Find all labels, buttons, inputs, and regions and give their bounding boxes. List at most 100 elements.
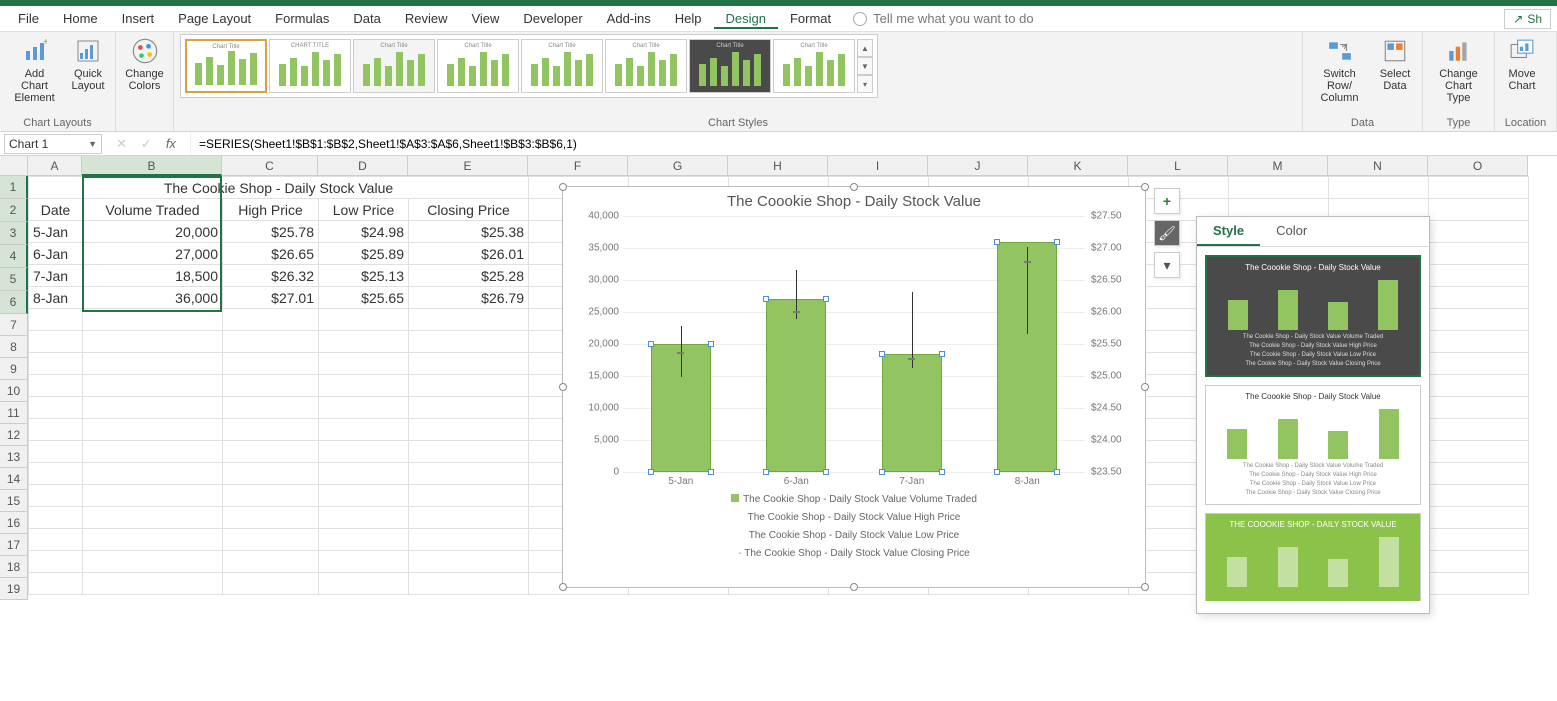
chart-handle-se[interactable] <box>1141 583 1149 591</box>
cell-O6[interactable] <box>1429 287 1529 309</box>
chart-filters-button[interactable]: ▾ <box>1154 252 1180 278</box>
menu-insert[interactable]: Insert <box>110 8 167 29</box>
cell-O11[interactable] <box>1429 397 1529 419</box>
cell-B8[interactable] <box>83 331 223 353</box>
switch-row-column-button[interactable]: Switch Row/ Column <box>1309 34 1370 106</box>
chart-style-2[interactable]: CHART TITLE <box>269 39 351 93</box>
chart-elements-button[interactable]: + <box>1154 188 1180 214</box>
row-header-13[interactable]: 13 <box>0 446 28 468</box>
cell-D6[interactable]: $25.65 <box>319 287 409 309</box>
cell-O9[interactable] <box>1429 353 1529 375</box>
select-data-button[interactable]: Select Data <box>1374 34 1416 94</box>
menu-data[interactable]: Data <box>341 8 392 29</box>
col-header-O[interactable]: O <box>1428 156 1528 176</box>
col-header-E[interactable]: E <box>408 156 528 176</box>
cell-O4[interactable] <box>1429 243 1529 265</box>
chart-styles-button[interactable]: 🖌 <box>1154 220 1180 246</box>
row-header-16[interactable]: 16 <box>0 512 28 534</box>
cell-O13[interactable] <box>1429 441 1529 463</box>
cell-E15[interactable] <box>409 485 529 507</box>
cell-D2[interactable]: Low Price <box>319 199 409 221</box>
col-header-N[interactable]: N <box>1328 156 1428 176</box>
cell-B4[interactable]: 27,000 <box>83 243 223 265</box>
cell-E17[interactable] <box>409 529 529 551</box>
style-option-green[interactable]: THE COOOKIE SHOP - DAILY STOCK VALUE <box>1205 513 1421 601</box>
menu-file[interactable]: File <box>6 8 51 29</box>
cell-B16[interactable] <box>83 507 223 529</box>
row-header-8[interactable]: 8 <box>0 336 28 358</box>
style-tab[interactable]: Style <box>1197 217 1260 246</box>
row-header-12[interactable]: 12 <box>0 424 28 446</box>
menu-format[interactable]: Format <box>778 8 843 29</box>
cell-E11[interactable] <box>409 397 529 419</box>
color-tab[interactable]: Color <box>1260 217 1323 246</box>
cell-D15[interactable] <box>319 485 409 507</box>
chart-handle-e[interactable] <box>1141 383 1149 391</box>
cell-B2[interactable]: Volume Traded <box>83 199 223 221</box>
cell-B3[interactable]: 20,000 <box>83 221 223 243</box>
row-header-4[interactable]: 4 <box>0 245 28 268</box>
cell-E8[interactable] <box>409 331 529 353</box>
cell-C10[interactable] <box>223 375 319 397</box>
chart-style-4[interactable]: Chart Title <box>437 39 519 93</box>
cell-A6[interactable]: 8-Jan <box>29 287 83 309</box>
cell-A5[interactable]: 7-Jan <box>29 265 83 287</box>
chart-style-7[interactable]: Chart Title <box>689 39 771 93</box>
cell-D3[interactable]: $24.98 <box>319 221 409 243</box>
menu-home[interactable]: Home <box>51 8 110 29</box>
cell-B15[interactable] <box>83 485 223 507</box>
cell-B11[interactable] <box>83 397 223 419</box>
cell-A17[interactable] <box>29 529 83 551</box>
cell-D12[interactable] <box>319 419 409 441</box>
cell-E12[interactable] <box>409 419 529 441</box>
cell-O3[interactable] <box>1429 221 1529 243</box>
cell-A14[interactable] <box>29 463 83 485</box>
col-header-H[interactable]: H <box>728 156 828 176</box>
cell-C6[interactable]: $27.01 <box>223 287 319 309</box>
cell-O1[interactable] <box>1429 177 1529 199</box>
row-header-14[interactable]: 14 <box>0 468 28 490</box>
cell-A15[interactable] <box>29 485 83 507</box>
chart-style-3[interactable]: Chart Title <box>353 39 435 93</box>
chart-bars[interactable] <box>623 216 1085 472</box>
select-all-corner[interactable] <box>0 156 28 176</box>
cell-B17[interactable] <box>83 529 223 551</box>
cell-E14[interactable] <box>409 463 529 485</box>
cell-A7[interactable] <box>29 309 83 331</box>
chart-handle-w[interactable] <box>559 383 567 391</box>
cell-B18[interactable] <box>83 551 223 573</box>
embedded-chart[interactable]: The Coookie Shop - Daily Stock Value 05,… <box>562 186 1146 588</box>
tell-me-search[interactable]: Tell me what you want to do <box>853 11 1033 26</box>
cell-M1[interactable] <box>1229 177 1329 199</box>
cell-A3[interactable]: 5-Jan <box>29 221 83 243</box>
formula-input[interactable] <box>190 132 1557 155</box>
row-header-3[interactable]: 3 <box>0 222 28 245</box>
move-chart-button[interactable]: Move Chart <box>1501 34 1543 94</box>
col-header-I[interactable]: I <box>828 156 928 176</box>
menu-developer[interactable]: Developer <box>511 8 594 29</box>
cell-A10[interactable] <box>29 375 83 397</box>
cell-C2[interactable]: High Price <box>223 199 319 221</box>
chart-style-8[interactable]: Chart Title <box>773 39 855 93</box>
row-header-19[interactable]: 19 <box>0 578 28 600</box>
row-header-17[interactable]: 17 <box>0 534 28 556</box>
cell-C5[interactable]: $26.32 <box>223 265 319 287</box>
add-chart-element-button[interactable]: + Add Chart Element <box>6 34 63 106</box>
cell-B6[interactable]: 36,000 <box>83 287 223 309</box>
cell-A13[interactable] <box>29 441 83 463</box>
cell-A4[interactable]: 6-Jan <box>29 243 83 265</box>
col-header-A[interactable]: A <box>28 156 82 176</box>
chart-handle-n[interactable] <box>850 183 858 191</box>
cell-A1[interactable]: The Cookie Shop - Daily Stock Value <box>29 177 529 199</box>
cell-B13[interactable] <box>83 441 223 463</box>
cell-E13[interactable] <box>409 441 529 463</box>
cell-E5[interactable]: $25.28 <box>409 265 529 287</box>
gallery-scroll[interactable]: ▲▼▾ <box>857 39 873 93</box>
cell-O19[interactable] <box>1429 573 1529 595</box>
chart-handle-s[interactable] <box>850 583 858 591</box>
cell-C18[interactable] <box>223 551 319 573</box>
enter-icon[interactable]: ✓ <box>141 136 152 152</box>
row-header-11[interactable]: 11 <box>0 402 28 424</box>
col-header-G[interactable]: G <box>628 156 728 176</box>
cell-E7[interactable] <box>409 309 529 331</box>
